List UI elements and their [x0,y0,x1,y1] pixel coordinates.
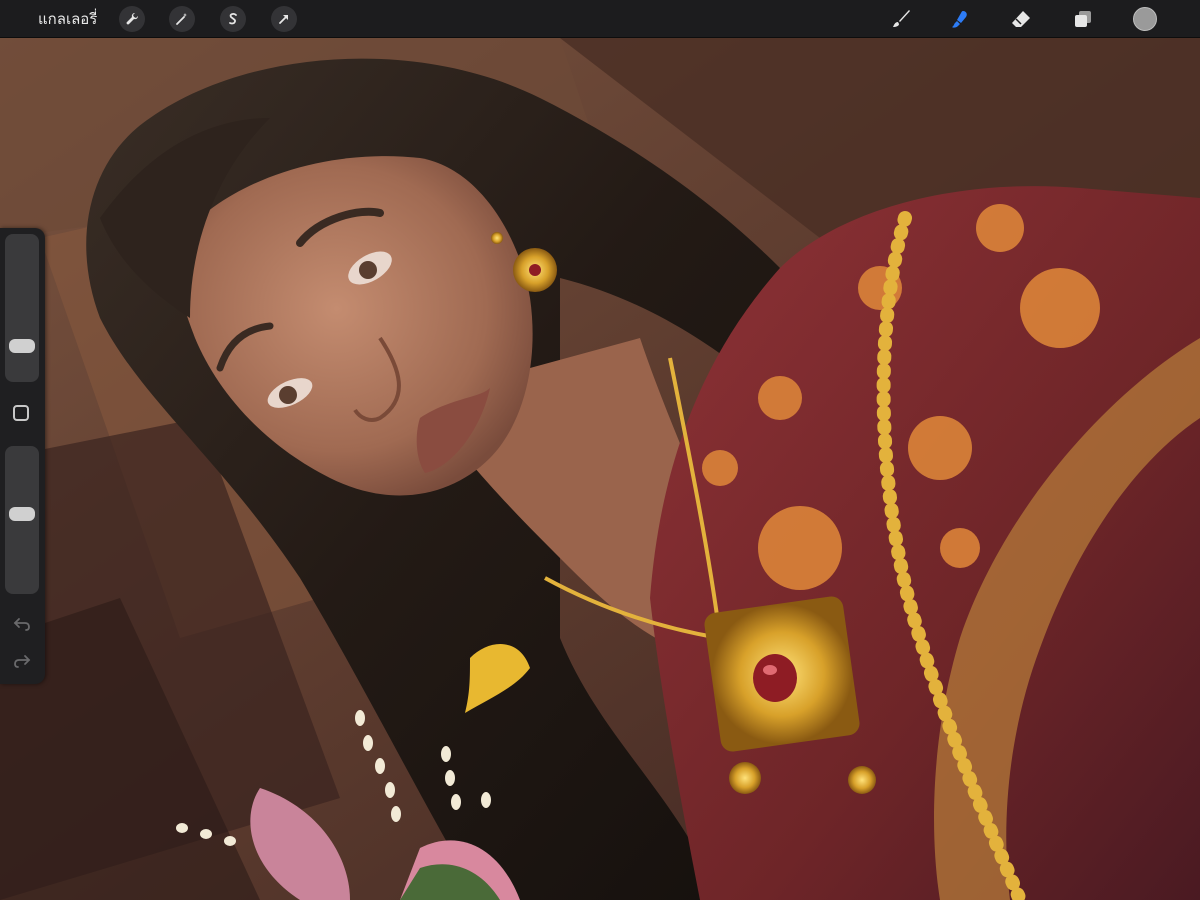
gallery-button[interactable]: แกลเลอรี่ [38,9,97,29]
actions-button[interactable] [119,6,145,32]
smudge-tool-button[interactable] [948,7,972,31]
layers-button[interactable] [1071,7,1095,31]
left-sidebar [0,228,45,684]
smudge-icon [952,11,967,28]
eraser-tool-button[interactable] [1009,7,1033,31]
undo-button[interactable] [12,614,32,634]
brush-tool-button[interactable] [889,7,913,31]
top-toolbar: แกลเลอรี่ [0,0,1200,38]
wrench-icon [126,12,139,25]
selection-icon [229,13,237,25]
modify-button[interactable] [13,405,29,421]
artwork-illustration [0,38,1200,900]
drawing-canvas[interactable] [0,38,1200,900]
opacity-thumb[interactable] [9,506,35,521]
transform-arrow-icon [279,15,288,24]
brush-size-thumb[interactable] [9,338,35,353]
eraser-icon [1012,11,1030,27]
adjustments-button[interactable] [169,6,195,32]
opacity-slider[interactable] [5,446,39,594]
redo-icon [14,655,31,668]
layers-icon [1075,11,1091,27]
transform-button[interactable] [271,6,297,32]
selection-button[interactable] [220,6,246,32]
redo-button[interactable] [12,651,32,671]
color-picker-swatch[interactable] [1133,7,1157,31]
brush-size-slider[interactable] [5,234,39,382]
undo-icon [13,618,30,631]
magic-wand-icon [176,13,187,25]
brush-icon [893,10,910,27]
